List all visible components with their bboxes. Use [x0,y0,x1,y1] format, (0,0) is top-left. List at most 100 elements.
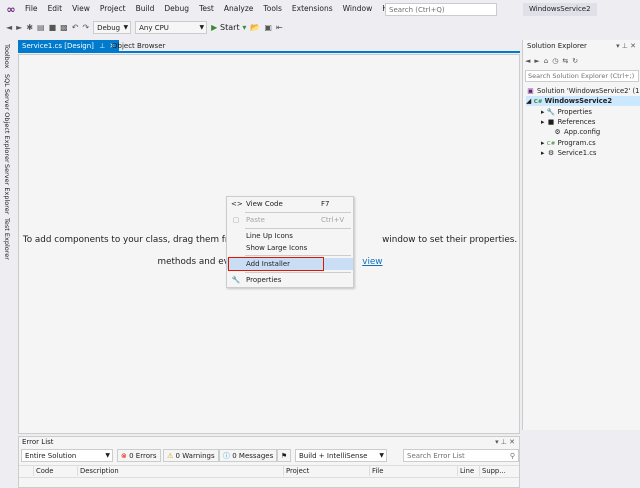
info-icon: ⓘ [223,452,230,460]
tree-item-references[interactable]: ▸ ■ References [541,117,640,127]
code-view-link[interactable]: view [362,257,382,267]
tree-item-label: WindowsService2 [544,97,613,105]
menu-item-properties[interactable]: 🔧 Properties [227,274,353,286]
tree-item-project[interactable]: ◢ C# WindowsService2 [526,96,640,106]
error-list-header: Code Description Project File Line Supp.… [19,465,519,478]
column-project[interactable]: Project [283,466,309,476]
wrench-icon: 🔧 [546,108,556,116]
tab-object-browser[interactable]: Object Browser [108,40,169,53]
error-list-toolbar: Entire Solution ▼ ⊗ 0 Errors ⚠ 0 Warnings… [21,449,519,463]
platform-value: Any CPU [139,23,169,32]
column-code[interactable]: Code [33,466,53,476]
column-suppression[interactable]: Supp... [479,466,506,476]
refresh-icon[interactable]: ↻ [572,57,578,65]
scope-select[interactable]: Entire Solution ▼ [21,449,113,462]
back-icon[interactable]: ◄ [4,23,14,32]
search-icon: ⚲ [509,452,515,460]
sync-icon[interactable]: ⇆ [562,57,568,65]
filter-toggle-button[interactable]: ⚑ [277,449,291,462]
search-input[interactable]: Search (Ctrl+Q) [385,3,497,16]
configuration-value: Debug [97,23,121,32]
menu-debug[interactable]: Debug [159,0,194,18]
error-list-panel: Error List ▾ ⊥ ✕ Entire Solution ▼ ⊗ 0 Er… [18,436,520,488]
collapsed-arrow-icon[interactable]: ▸ [541,108,544,116]
back-icon[interactable]: ◄ [525,57,530,65]
error-icon: ⊗ [121,452,127,460]
toolbox-tab[interactable]: Toolbox [3,44,11,68]
build-filter-select[interactable]: Build + IntelliSense ▼ [295,449,387,462]
errors-filter-button[interactable]: ⊗ 0 Errors [117,449,161,462]
panel-controls[interactable]: ▾ ⊥ ✕ [616,42,636,50]
menu-window[interactable]: Window [338,0,378,18]
toolbar: ◄ ► ✱ ▤ ■ ▩ ↶ ↷ Debug ▼ Any CPU ▼ ▶ Start … [0,18,640,36]
menu-item-shortcut: Ctrl+V [321,216,345,224]
new-project-icon[interactable]: ✱ [24,23,35,32]
forward-icon[interactable]: ► [534,57,539,65]
column-file[interactable]: File [369,466,383,476]
menu-separator [245,272,351,273]
column-line[interactable]: Line [457,466,474,476]
test-explorer-tab[interactable]: Test Explorer [3,218,11,260]
redo-icon[interactable]: ↷ [80,23,91,32]
menu-item-paste[interactable]: ▢ Paste Ctrl+V [227,214,353,226]
sql-server-object-explorer-tab[interactable]: SQL Server Object Explorer [3,74,11,163]
menu-analyze[interactable]: Analyze [219,0,259,18]
error-list-search-input[interactable]: Search Error List ⚲ [403,449,519,462]
menu-item-show-large-icons[interactable]: Show Large Icons [227,242,353,254]
context-menu: <> View Code F7 ▢ Paste Ctrl+V Line Up I… [226,196,354,288]
panel-controls[interactable]: ▾ ⊥ ✕ [495,438,515,446]
menu-item-add-installer[interactable]: Add Installer [227,257,353,271]
save-all-icon[interactable]: ▩ [58,23,70,32]
browse-icon[interactable]: 📂 [248,23,262,32]
platform-select[interactable]: Any CPU ▼ [135,20,208,34]
tree-item-app-config[interactable]: ⚙ App.config [553,127,640,137]
menu-tools[interactable]: Tools [258,0,286,18]
solution-title-badge: WindowsService2 [523,3,597,16]
tree-item-label: Properties [557,108,592,116]
server-explorer-tab[interactable]: Server Explorer [3,164,11,214]
tree-item-service1-cs[interactable]: ▸ ⚙ Service1.cs [541,148,640,158]
scope-value: Entire Solution [25,452,77,460]
menu-project[interactable]: Project [95,0,131,18]
pin-icon[interactable]: ⊥ [99,42,105,50]
home-icon[interactable]: ⌂ [544,57,548,65]
collapsed-arrow-icon[interactable]: ▸ [541,149,544,157]
tree-item-program-cs[interactable]: ▸ C# Program.cs [541,138,640,148]
menu-test[interactable]: Test [194,0,219,18]
menu-item-view-code[interactable]: <> View Code F7 [227,198,353,210]
collapsed-arrow-icon[interactable]: ▸ [541,118,544,126]
start-button[interactable]: ▶ Start ▾ [209,23,248,32]
menu-edit[interactable]: Edit [43,0,68,18]
menu-build[interactable]: Build [131,0,160,18]
column-description[interactable]: Description [77,466,119,476]
build-filter-value: Build + IntelliSense [299,452,368,460]
expanded-arrow-icon[interactable]: ◢ [526,97,531,105]
solution-explorer-search-input[interactable]: Search Solution Explorer (Ctrl+;) [525,70,639,82]
undo-icon[interactable]: ↶ [70,23,81,32]
save-icon[interactable]: ■ [47,23,59,32]
menu-file[interactable]: File [20,0,43,18]
tree-item-solution[interactable]: ▣ Solution 'WindowsService2' (1 c [526,86,640,96]
messages-count: 0 Messages [232,452,274,460]
menu-view[interactable]: View [67,0,95,18]
warning-icon: ⚠ [167,452,174,460]
menu-separator [245,255,351,256]
forward-icon[interactable]: ► [14,23,24,32]
solution-explorer-title: Solution Explorer [527,42,587,50]
comment-icon[interactable]: ▣ [262,23,274,32]
outdent-icon[interactable]: ⇤ [274,23,285,32]
history-icon[interactable]: ◷ [552,57,558,65]
tab-label: Service1.cs [Design] [22,42,94,50]
menu-extensions[interactable]: Extensions [287,0,338,18]
tree-item-properties[interactable]: ▸ 🔧 Properties [541,107,640,117]
open-icon[interactable]: ▤ [35,23,47,32]
messages-filter-button[interactable]: ⓘ 0 Messages [219,449,278,462]
solution-explorer-panel: Solution Explorer ▾ ⊥ ✕ ◄ ► ⌂ ◷ ⇆ ↻ Sear… [522,40,640,430]
menu-item-line-up-icons[interactable]: Line Up Icons [227,230,353,242]
csharp-file-icon: C# [546,141,556,147]
configuration-select[interactable]: Debug ▼ [93,20,132,34]
collapsed-arrow-icon[interactable]: ▸ [541,139,544,147]
tab-service1-design[interactable]: Service1.cs [Design] ⊥ ✕ [18,40,120,53]
warnings-filter-button[interactable]: ⚠ 0 Warnings [163,449,219,462]
wrench-icon: 🔧 [231,276,241,284]
